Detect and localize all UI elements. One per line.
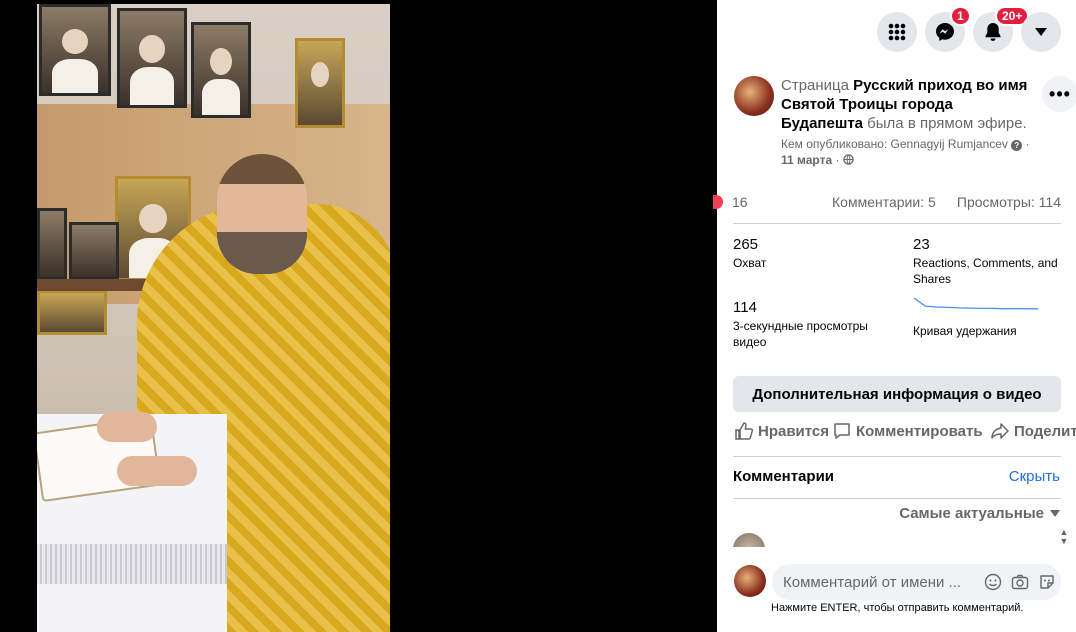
camera-icon[interactable] (1011, 573, 1029, 591)
post-meta: Кем опубликовано: Gennagyij Rumjancev ? … (781, 136, 1031, 168)
video-icon-framed (37, 290, 107, 335)
video-priest-head (217, 154, 307, 274)
post-suffix: была в прямом эфире. (863, 115, 1027, 132)
emoji-icon[interactable] (984, 573, 1002, 591)
thumbs-up-icon (735, 422, 753, 440)
engagement-value: 23 (913, 236, 930, 253)
comment-input[interactable]: Комментарий от имени ... (772, 564, 1061, 600)
video-frame[interactable] (37, 4, 390, 632)
sort-label: Самые актуальные (899, 505, 1044, 522)
reach-value: 265 (733, 236, 759, 253)
more-dots-icon: ••• (1049, 84, 1071, 104)
grid-menu-icon (888, 23, 906, 41)
meta-separator-2: · (835, 153, 840, 167)
like-label: Нравится (758, 422, 830, 440)
insight-engagement: 23 Reactions, Comments, and Shares (913, 236, 1063, 287)
video-icon-madonna (295, 38, 345, 128)
hide-comments-link[interactable]: Скрыть (1009, 468, 1060, 485)
meta-separator: · (1025, 137, 1030, 151)
post-title: Страница Русский приход во имя Святой Тр… (781, 76, 1031, 133)
comment-icon (834, 423, 850, 439)
divider-2 (733, 456, 1061, 457)
comment-placeholder: Комментарий от имени ... (783, 574, 962, 591)
share-button[interactable]: Поделиться (991, 422, 1076, 440)
post-date-link[interactable]: 11 марта (781, 153, 832, 167)
video-icon-small-1 (37, 208, 67, 280)
video-hand-2 (117, 456, 197, 486)
caret-down-icon (1050, 510, 1060, 517)
post-options-button[interactable]: ••• (1042, 76, 1076, 112)
like-button[interactable]: Нравится (735, 422, 829, 440)
insight-3s-views: 114 3-секундные просмотры видео (733, 299, 903, 350)
video-hand-1 (97, 412, 157, 442)
share-label: Поделиться (1014, 422, 1076, 440)
comments-heading: Комментарии (733, 468, 835, 485)
globe-icon (843, 154, 854, 165)
engagement-label: Reactions, Comments, and Shares (913, 256, 1058, 286)
composer-hint: Нажмите ENTER, чтобы отправить комментар… (771, 602, 1024, 614)
post-prefix: Страница (781, 77, 854, 94)
messenger-icon (936, 23, 954, 41)
messenger-button[interactable]: 1 (925, 6, 971, 52)
comments-scrollbar[interactable]: ▲ ▼ (1058, 528, 1070, 548)
scroll-down-icon[interactable]: ▼ (1058, 537, 1070, 546)
retention-label: Кривая удержания (913, 324, 1017, 338)
published-by: Кем опубликовано: Gennagyij Rumjancev (781, 137, 1008, 151)
comment-sort-dropdown[interactable]: Самые актуальные (899, 505, 1060, 522)
video-icon-small-2 (69, 222, 119, 280)
video-icon-portrait-2 (117, 8, 187, 108)
comment-item-partial (733, 533, 1053, 547)
account-menu-button[interactable] (1021, 12, 1061, 52)
menu-button[interactable] (877, 12, 917, 52)
question-icon: ? (1011, 140, 1023, 151)
share-icon (991, 423, 1009, 439)
views3s-value: 114 (733, 299, 757, 316)
notifications-button[interactable]: 20+ (973, 6, 1030, 52)
video-player[interactable] (0, 0, 717, 632)
view-count: Просмотры: 114 (956, 194, 1061, 210)
video-table-fringe (37, 544, 227, 584)
top-bar: 1 20+ (717, 0, 1076, 64)
page-avatar[interactable] (734, 76, 774, 116)
insight-reach: 265 Охват (733, 236, 903, 271)
more-video-info-button[interactable]: Дополнительная информация о видео (733, 376, 1061, 412)
insight-retention: Кривая удержания (913, 296, 1063, 339)
action-bar: Нравится Комментировать Поделиться (733, 422, 1076, 448)
video-icon-portrait-1 (39, 4, 111, 96)
retention-chart (913, 297, 1038, 310)
comment-count[interactable]: Комментарии: 5 (832, 194, 936, 210)
side-panel: 1 20+ Страница Русский приход во имя Свя… (713, 0, 1076, 632)
divider-3 (733, 498, 1061, 499)
retention-line (913, 297, 1038, 310)
commenter-avatar[interactable] (733, 533, 765, 547)
comment-label: Комментировать (856, 422, 983, 440)
reaction-icon (713, 195, 723, 209)
divider (733, 223, 1061, 224)
views3s-label: 3-секундные просмотры видео (733, 319, 868, 349)
stats-row: 16 Комментарии: 5 Просмотры: 114 (713, 190, 1076, 216)
messenger-badge: 1 (950, 6, 971, 26)
sticker-icon[interactable] (1038, 573, 1056, 591)
bell-icon (985, 23, 1001, 41)
video-icon-portrait-3 (191, 22, 251, 118)
reach-label: Охват (733, 256, 767, 270)
reaction-count[interactable]: 16 (732, 194, 748, 210)
caret-down-icon (1035, 28, 1047, 36)
comment-button[interactable]: Комментировать (833, 422, 983, 440)
composer-avatar[interactable] (734, 565, 766, 597)
